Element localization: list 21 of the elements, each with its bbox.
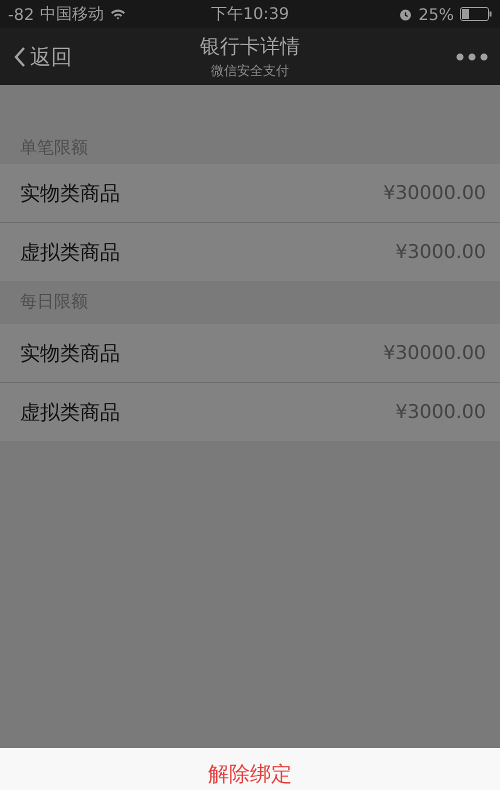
page-subtitle: 微信安全支付 xyxy=(211,63,289,80)
alarm-icon xyxy=(399,8,412,20)
row-label: 实物类商品 xyxy=(20,340,120,366)
carrier-name: 中国移动 xyxy=(40,4,104,24)
battery-percent: 25% xyxy=(418,4,454,24)
page-title: 银行卡详情 xyxy=(200,33,300,60)
row-label: 虚拟类商品 xyxy=(20,398,120,426)
row-label: 实物类商品 xyxy=(20,180,120,206)
row-value: ¥3000.00 xyxy=(395,401,486,423)
row-value: ¥30000.00 xyxy=(383,342,486,364)
status-time: 下午10:39 xyxy=(210,4,290,24)
wifi-icon xyxy=(110,8,126,20)
unbind-button[interactable]: 解除绑定 xyxy=(204,760,296,790)
battery-icon xyxy=(460,7,492,21)
row-label: 虚拟类商品 xyxy=(20,238,120,266)
row-value: ¥30000.00 xyxy=(383,182,486,204)
row-value: ¥3000.00 xyxy=(395,241,486,263)
chevron-icon xyxy=(14,46,26,68)
signal-strength: -82 xyxy=(8,4,34,24)
back-button[interactable]: 返回 xyxy=(12,40,74,72)
more-icon[interactable] xyxy=(456,52,488,60)
